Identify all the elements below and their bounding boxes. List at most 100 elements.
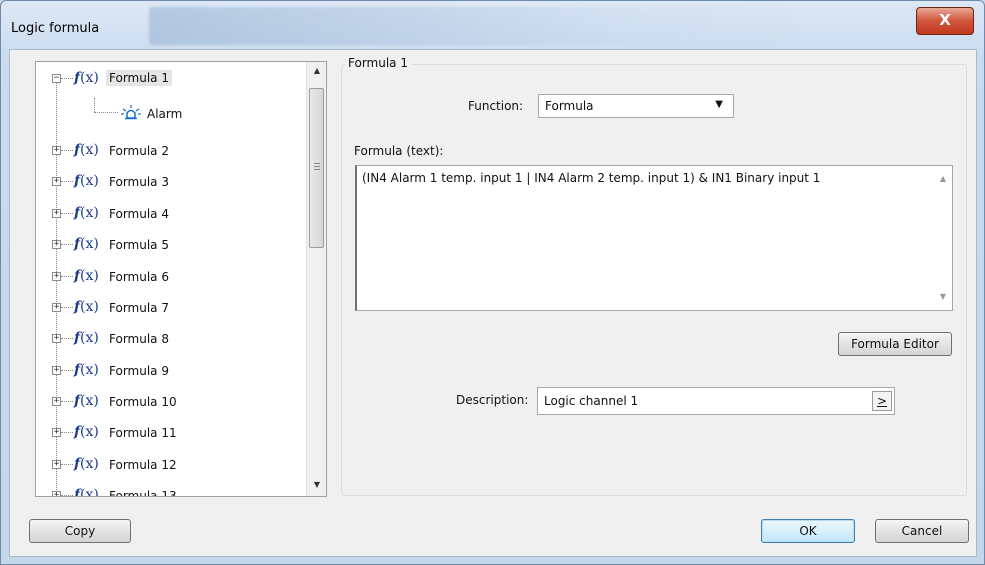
tree-connector (61, 464, 73, 465)
textarea-scroll-down-icon[interactable]: ▼ (940, 292, 946, 301)
function-icon: f(x) (74, 424, 99, 440)
tree-item[interactable]: + f(x) Formula 7 (36, 297, 306, 321)
expand-plus-icon[interactable]: + (52, 303, 61, 312)
tree-item[interactable]: + f(x) Formula 6 (36, 266, 306, 290)
formula-editor-button[interactable]: Formula Editor (838, 332, 952, 356)
formula-tree[interactable]: − f(x) Formula 1 + f(x) Formula 2 + f(x) Formula… (35, 61, 327, 497)
expand-plus-icon[interactable]: + (52, 334, 61, 343)
grip-line (314, 166, 320, 167)
expand-plus-icon[interactable]: + (52, 272, 61, 281)
formula-text-area[interactable]: (IN4 Alarm 1 temp. input 1 | IN4 Alarm 2… (355, 165, 953, 311)
tree-item[interactable]: + f(x) Formula 10 (36, 391, 306, 415)
tree-item-label: Formula 1 (106, 70, 172, 86)
tree-item[interactable]: + f(x) Formula 13 (36, 485, 306, 497)
function-icon: f(x) (74, 299, 99, 315)
scroll-up-arrow-icon[interactable]: ▲ (307, 62, 326, 80)
tree-item[interactable]: − f(x) Formula 1 (36, 68, 306, 92)
function-icon-x: (x) (80, 456, 99, 472)
tree-item[interactable]: + f(x) Formula 9 (36, 360, 306, 384)
function-icon: f(x) (74, 362, 99, 378)
tree-connector (61, 370, 73, 371)
tree-connector (61, 150, 73, 151)
tree-item-label: Formula 12 (109, 458, 177, 472)
expand-plus-icon[interactable]: + (52, 491, 61, 496)
logic-formula-dialog: Logic formula X − f(x) Formula 1 + f(x) Formu… (0, 0, 985, 565)
window-title: Logic formula (11, 21, 100, 36)
tree-item-label: Formula 5 (109, 238, 169, 252)
tree-connector (61, 307, 73, 308)
ok-button[interactable]: OK (761, 519, 855, 543)
function-select[interactable]: Formula ▼ (538, 94, 734, 118)
tree-item-label: Formula 7 (109, 301, 169, 315)
tree-item[interactable]: + f(x) Formula 8 (36, 328, 306, 352)
tree-item[interactable]: + f(x) Formula 4 (36, 203, 306, 227)
function-icon: f(x) (74, 393, 99, 409)
tree-connector (61, 213, 73, 214)
title-ghost-reflection (149, 7, 809, 45)
expand-plus-icon[interactable]: + (52, 240, 61, 249)
tree-item[interactable]: + f(x) Formula 3 (36, 171, 306, 195)
function-icon: f(x) (74, 268, 99, 284)
tree-item-label: Formula 8 (109, 332, 169, 346)
tree-item[interactable]: + f(x) Formula 5 (36, 234, 306, 258)
expand-plus-icon[interactable]: + (52, 177, 61, 186)
description-label: Description: (456, 393, 529, 407)
expand-plus-icon[interactable]: + (52, 428, 61, 437)
expand-plus-icon[interactable]: + (52, 460, 61, 469)
alarm-icon (121, 105, 141, 120)
formula-text-label: Formula (text): (354, 144, 444, 158)
tree-item-label: Formula 10 (109, 395, 177, 409)
function-icon-x: (x) (80, 142, 99, 158)
tree-item[interactable]: + f(x) Formula 2 (36, 140, 306, 164)
grip-line (314, 163, 320, 164)
function-icon: f(x) (74, 205, 99, 221)
tree-connector (61, 495, 73, 496)
function-icon-x: (x) (80, 424, 99, 440)
tree-connector (61, 401, 73, 402)
tree-item-label: Formula 3 (109, 175, 169, 189)
description-field[interactable]: Logic channel 1 > (537, 387, 895, 415)
tree-connector (61, 244, 73, 245)
textarea-scroll-up-icon[interactable]: ▲ (940, 174, 946, 183)
function-icon-x: (x) (80, 362, 99, 378)
description-expand-button[interactable]: > (872, 391, 892, 411)
function-icon: f(x) (74, 487, 99, 497)
tree-scrollbar[interactable]: ▲ ▼ (306, 62, 326, 496)
expand-plus-icon[interactable]: + (52, 146, 61, 155)
expand-plus-icon[interactable]: + (52, 209, 61, 218)
tree-item-label: Formula 2 (109, 144, 169, 158)
function-icon: f(x) (74, 330, 99, 346)
tree-item[interactable]: + f(x) Formula 11 (36, 422, 306, 446)
collapse-minus-icon[interactable]: − (52, 74, 61, 83)
child-connector-vertical (94, 98, 95, 112)
tree-connector (61, 78, 73, 79)
tree-child-alarm[interactable]: Alarm (147, 107, 182, 121)
tree-item[interactable]: + f(x) Formula 12 (36, 454, 306, 478)
cancel-button[interactable]: Cancel (875, 519, 969, 543)
function-icon: f(x) (74, 142, 99, 158)
expand-plus-icon[interactable]: + (52, 397, 61, 406)
copy-button[interactable]: Copy (29, 519, 131, 543)
group-title: Formula 1 (345, 56, 411, 70)
function-icon-x: (x) (80, 393, 99, 409)
function-label: Function: (468, 99, 524, 113)
tree-item-label: Formula 11 (109, 426, 177, 440)
tree-item-label: Formula 6 (109, 270, 169, 284)
function-icon-x: (x) (80, 173, 99, 189)
function-icon-x: (x) (80, 330, 99, 346)
expand-plus-icon[interactable]: + (52, 366, 61, 375)
function-icon-x: (x) (80, 487, 99, 497)
scroll-thumb[interactable] (309, 88, 324, 248)
chevron-down-icon[interactable]: ▼ (715, 99, 723, 110)
tree-connector (61, 432, 73, 433)
function-icon-x: (x) (80, 268, 99, 284)
scroll-down-arrow-icon[interactable]: ▼ (307, 476, 326, 494)
tree-connector (61, 181, 73, 182)
function-icon: f(x) (74, 70, 99, 86)
description-value: Logic channel 1 (544, 394, 639, 408)
dialog-body: − f(x) Formula 1 + f(x) Formula 2 + f(x) Formula… (9, 49, 977, 557)
close-button[interactable]: X (916, 7, 974, 35)
grip-line (314, 169, 320, 170)
title-bar[interactable]: Logic formula X (1, 1, 984, 53)
function-icon: f(x) (74, 173, 99, 189)
